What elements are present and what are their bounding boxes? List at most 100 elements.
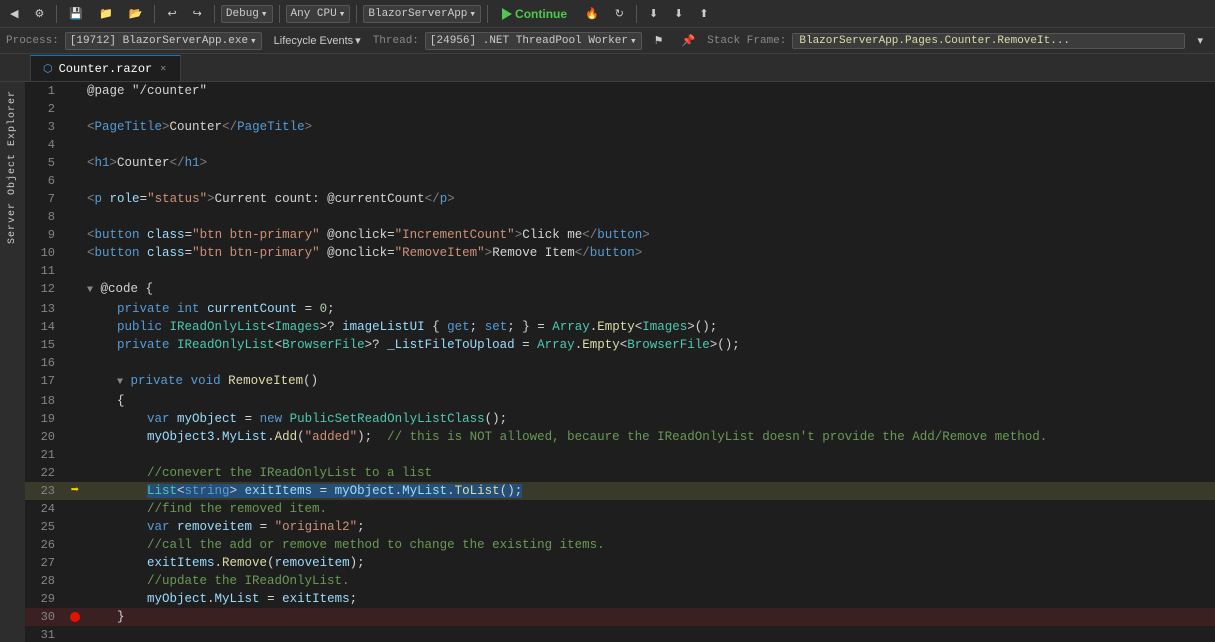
debug-bar: Process: [19712] BlazorServerApp.exe ▾ L… <box>0 28 1215 54</box>
redo-btn[interactable]: ↪ <box>187 5 208 22</box>
code-line-29: 29 myObject.MyList = exitItems; <box>25 590 1215 608</box>
line-indicator-13 <box>65 300 85 318</box>
code-line-17: 17 ▼ private void RemoveItem() <box>25 372 1215 392</box>
cpu-dropdown[interactable]: Any CPU ▾ <box>286 5 351 23</box>
line-indicator-5 <box>65 154 85 172</box>
code-line-2: 2 <box>25 100 1215 118</box>
sep4 <box>279 5 280 23</box>
server-explorer-label: Server Object Explorer <box>7 90 18 244</box>
code-line-16: 16 <box>25 354 1215 372</box>
line-indicator-17 <box>65 372 85 392</box>
line-indicator-10 <box>65 244 85 262</box>
line-number-29: 29 <box>25 590 65 608</box>
line-number-9: 9 <box>25 226 65 244</box>
line-content-15: private IReadOnlyList<BrowserFile>? _Lis… <box>85 336 1215 354</box>
line-content-14: public IReadOnlyList<Images>? imageListU… <box>85 318 1215 336</box>
line-number-19: 19 <box>25 410 65 428</box>
stack-frame-more-btn[interactable]: ▾ <box>1191 32 1209 49</box>
line-content-21 <box>85 446 1215 464</box>
debug-dropdown[interactable]: Debug ▾ <box>221 5 273 23</box>
step-out-btn[interactable]: ⬆ <box>693 5 714 22</box>
back-btn[interactable]: ◀ <box>4 5 24 22</box>
line-indicator-3 <box>65 118 85 136</box>
continue-btn[interactable]: Continue <box>494 5 575 23</box>
app-dropdown[interactable]: BlazorServerApp ▾ <box>363 5 481 23</box>
thread-dropdown[interactable]: [24956] .NET ThreadPool Worker ▾ <box>425 32 642 50</box>
undo-btn[interactable]: ↩ <box>161 5 182 22</box>
process-dropdown[interactable]: [19712] BlazorServerApp.exe ▾ <box>65 32 262 50</box>
code-line-27: 27 exitItems.Remove(removeitem); <box>25 554 1215 572</box>
sep5 <box>356 5 357 23</box>
line-indicator-12 <box>65 280 85 300</box>
line-indicator-11 <box>65 262 85 280</box>
line-content-26: //call the add or remove method to chang… <box>85 536 1215 554</box>
restart-btn[interactable]: ↻ <box>609 5 630 22</box>
code-line-4: 4 <box>25 136 1215 154</box>
code-editor[interactable]: 1@page "/counter"23<PageTitle>Counter</P… <box>25 82 1215 642</box>
line-content-3: <PageTitle>Counter</PageTitle> <box>85 118 1215 136</box>
line-indicator-7 <box>65 190 85 208</box>
save-btn[interactable]: 💾 <box>63 5 89 22</box>
code-line-31: 31 <box>25 626 1215 642</box>
sep2 <box>154 5 155 23</box>
line-indicator-4 <box>65 136 85 154</box>
tab-close-btn[interactable]: ✕ <box>158 63 168 75</box>
line-number-1: 1 <box>25 82 65 100</box>
lifecycle-events-btn[interactable]: Lifecycle Events ▾ <box>268 32 367 49</box>
code-line-18: 18 { <box>25 392 1215 410</box>
tab-counter-razor[interactable]: ⬡ Counter.razor ✕ <box>30 55 181 81</box>
line-number-25: 25 <box>25 518 65 536</box>
save-all-btn[interactable]: 📁 <box>93 5 119 22</box>
code-line-23: 23➡ List<string> exitItems = myObject.My… <box>25 482 1215 500</box>
line-number-12: 12 <box>25 280 65 300</box>
code-line-13: 13 private int currentCount = 0; <box>25 300 1215 318</box>
step-over-btn[interactable]: ⬇ <box>643 5 664 22</box>
code-line-12: 12 ▼ @code { <box>25 280 1215 300</box>
breakpoint-marker-30 <box>70 612 80 622</box>
line-indicator-8 <box>65 208 85 226</box>
line-number-31: 31 <box>25 626 65 642</box>
code-line-26: 26 //call the add or remove method to ch… <box>25 536 1215 554</box>
code-line-21: 21 <box>25 446 1215 464</box>
line-number-6: 6 <box>25 172 65 190</box>
line-content-5: <h1>Counter</h1> <box>85 154 1215 172</box>
hot-reload-btn[interactable]: 🔥 <box>579 5 605 22</box>
line-indicator-1 <box>65 82 85 100</box>
line-indicator-31 <box>65 626 85 642</box>
line-number-20: 20 <box>25 428 65 446</box>
line-number-18: 18 <box>25 392 65 410</box>
code-line-6: 6 <box>25 172 1215 190</box>
thread-filter-btn[interactable]: ⚑ <box>648 32 670 49</box>
code-line-3: 3<PageTitle>Counter</PageTitle> <box>25 118 1215 136</box>
line-content-12: ▼ @code { <box>85 280 1215 300</box>
line-indicator-16 <box>65 354 85 372</box>
line-number-27: 27 <box>25 554 65 572</box>
line-number-10: 10 <box>25 244 65 262</box>
sep7 <box>636 5 637 23</box>
line-indicator-14 <box>65 318 85 336</box>
line-number-8: 8 <box>25 208 65 226</box>
code-line-11: 11 <box>25 262 1215 280</box>
editor-container: Server Object Explorer 1@page "/counter"… <box>0 82 1215 642</box>
line-content-13: private int currentCount = 0; <box>85 300 1215 318</box>
line-number-26: 26 <box>25 536 65 554</box>
line-indicator-18 <box>65 392 85 410</box>
forward-btn[interactable]: ⚙ <box>28 5 50 22</box>
code-line-30: 30 } <box>25 608 1215 626</box>
line-number-23: 23 <box>25 482 65 500</box>
line-content-22: //conevert the IReadOnlyList to a list <box>85 464 1215 482</box>
line-content-19: var myObject = new PublicSetReadOnlyList… <box>85 410 1215 428</box>
tab-bar: ⬡ Counter.razor ✕ <box>0 54 1215 82</box>
stack-frame-dropdown[interactable]: BlazorServerApp.Pages.Counter.RemoveIt..… <box>792 33 1185 49</box>
open-btn[interactable]: 📂 <box>123 5 149 22</box>
step-into-btn[interactable]: ⬇ <box>668 5 689 22</box>
razor-icon: ⬡ <box>43 62 53 76</box>
line-number-13: 13 <box>25 300 65 318</box>
code-line-24: 24 //find the removed item. <box>25 500 1215 518</box>
thread-pin-btn[interactable]: 📌 <box>675 32 701 49</box>
side-activity-bar: Server Object Explorer <box>0 82 25 642</box>
code-line-22: 22 //conevert the IReadOnlyList to a lis… <box>25 464 1215 482</box>
line-content-2 <box>85 100 1215 118</box>
thread-label: Thread: <box>373 35 419 47</box>
code-line-9: 9<button class="btn btn-primary" @onclic… <box>25 226 1215 244</box>
